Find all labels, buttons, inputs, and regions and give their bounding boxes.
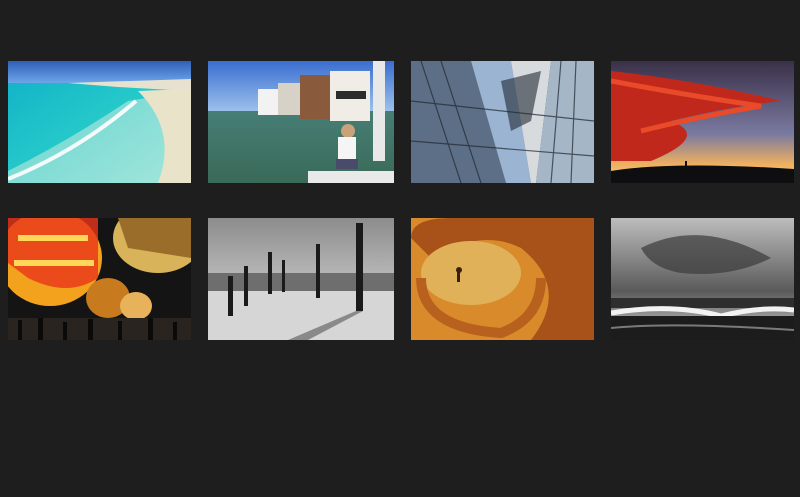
photo-gallery-grid (8, 61, 794, 340)
thumbnail-hot-air-balloons-night[interactable] (8, 218, 191, 340)
thumbnail-glass-architecture[interactable] (411, 61, 594, 183)
page (0, 0, 800, 497)
thumbnail-red-sunset-clouds[interactable] (611, 61, 794, 183)
thumbnail-seaside-village-child[interactable] (208, 61, 394, 183)
thumbnail-stormy-sea-bw[interactable] (611, 218, 794, 340)
thumbnail-pier-posts-beach-bw[interactable] (208, 218, 394, 340)
thumbnail-tropical-beach[interactable] (8, 61, 191, 183)
thumbnail-orange-spiral-sculpture[interactable] (411, 218, 594, 340)
